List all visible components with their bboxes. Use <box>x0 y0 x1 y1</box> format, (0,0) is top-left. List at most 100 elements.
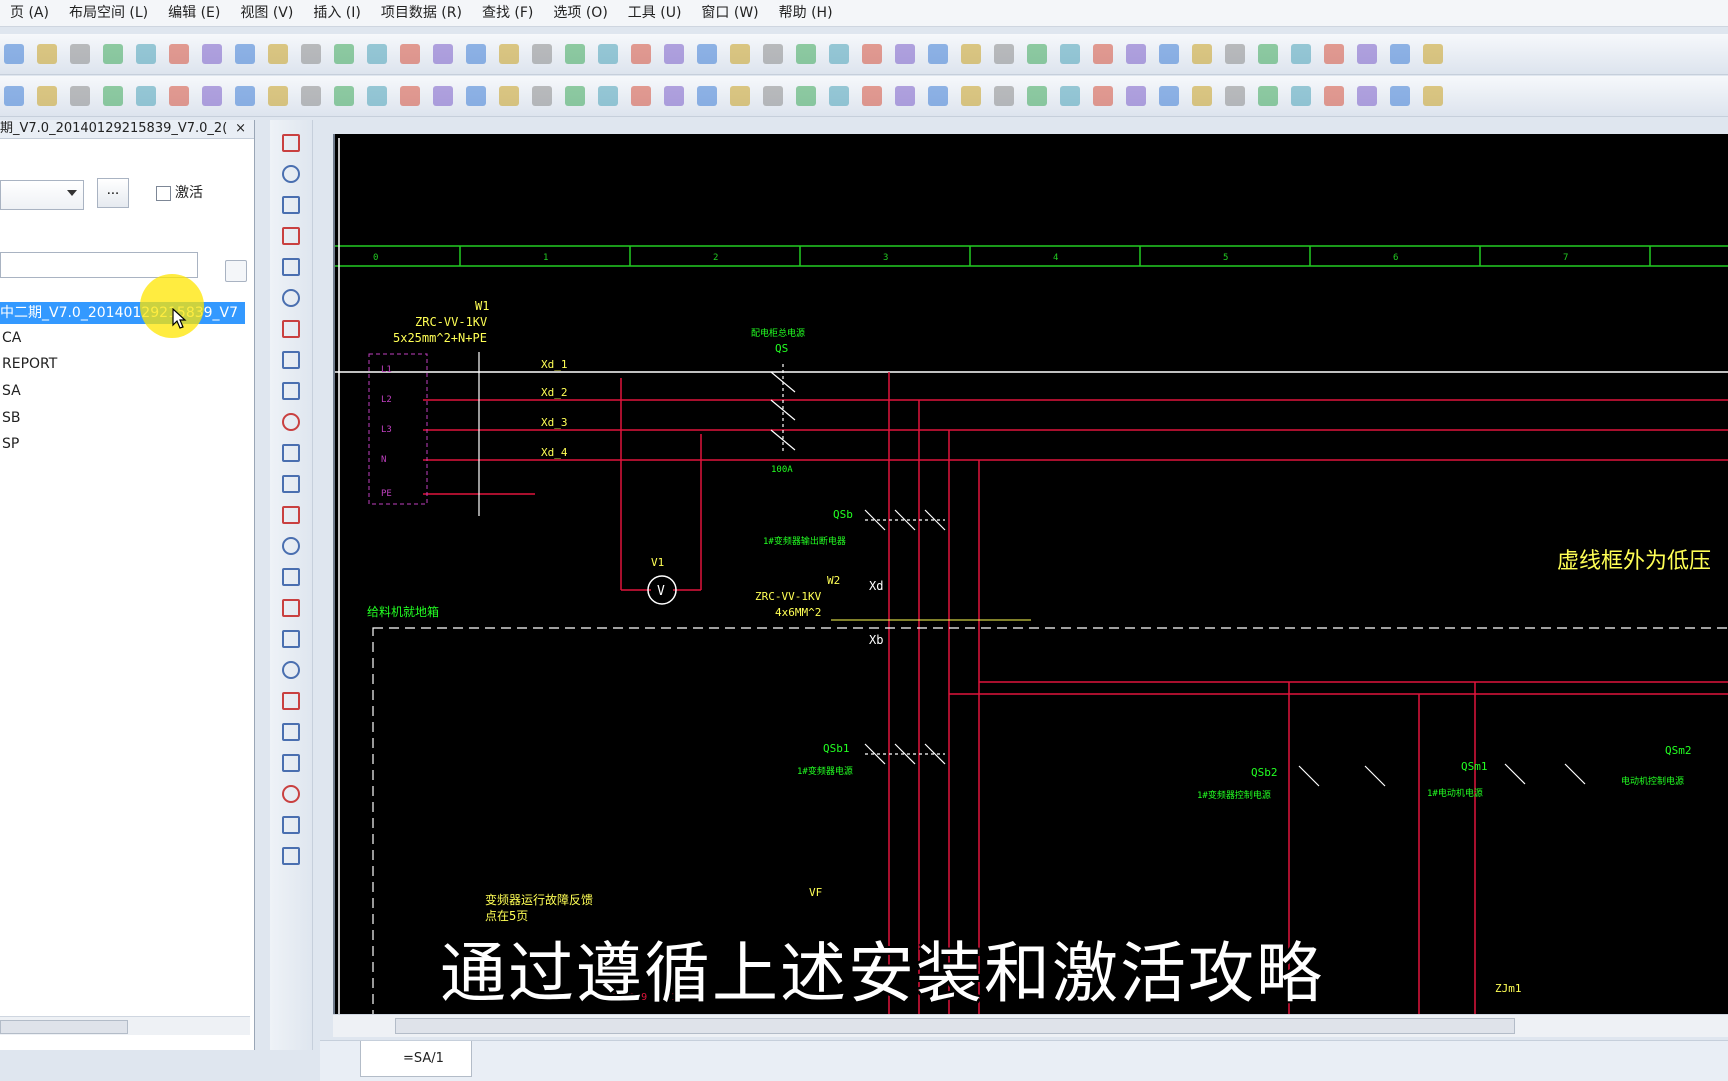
toolbar-standard-tool-icon[interactable] <box>1192 44 1212 64</box>
canvas-scroll-thumb[interactable] <box>395 1018 1515 1034</box>
tree-item-ca[interactable]: CA <box>2 330 21 346</box>
toolbar-standard-tool-icon[interactable] <box>598 44 618 64</box>
toolbar-edit-tool-icon[interactable] <box>862 86 882 106</box>
toolbar-standard-tool-icon[interactable] <box>961 44 981 64</box>
toolbar-edit-tool-icon[interactable] <box>763 86 783 106</box>
toolbar-edit-tool-icon[interactable] <box>169 86 189 106</box>
toolbar-standard-tool-icon[interactable] <box>1390 44 1410 64</box>
toolbar-standard-tool-icon[interactable] <box>1258 44 1278 64</box>
menu-find[interactable]: 查找 (F) <box>472 0 543 26</box>
toolbar-edit-tool-icon[interactable] <box>697 86 717 106</box>
toolbar-standard-tool-icon[interactable] <box>1126 44 1146 64</box>
toolbar-edit-tool-icon[interactable] <box>103 86 123 106</box>
toolbar-edit-tool-icon[interactable] <box>136 86 156 106</box>
menu-insert[interactable]: 插入 (I) <box>303 0 371 26</box>
toolbar-standard-tool-icon[interactable] <box>928 44 948 64</box>
tree-item-report[interactable]: REPORT <box>2 356 57 372</box>
menu-view[interactable]: 视图 (V) <box>230 0 303 26</box>
toolbar-standard-tool-icon[interactable] <box>466 44 486 64</box>
toolbar-standard-tool-icon[interactable] <box>730 44 750 64</box>
menu-tools[interactable]: 工具 (U) <box>618 0 692 26</box>
drawing-tool-icon[interactable] <box>282 165 300 183</box>
toolbar-edit-tool-icon[interactable] <box>268 86 288 106</box>
toolbar-edit-tool-icon[interactable] <box>499 86 519 106</box>
toolbar-standard-tool-icon[interactable] <box>1159 44 1179 64</box>
drawing-tool-icon[interactable] <box>282 227 300 245</box>
toolbar-edit-tool-icon[interactable] <box>235 86 255 106</box>
toolbar-edit-tool-icon[interactable] <box>1093 86 1113 106</box>
drawing-tool-icon[interactable] <box>282 537 300 555</box>
toolbar-standard-tool-icon[interactable] <box>1357 44 1377 64</box>
toolbar-edit-tool-icon[interactable] <box>1027 86 1047 106</box>
toolbar-standard-tool-icon[interactable] <box>697 44 717 64</box>
toolbar-standard-tool-icon[interactable] <box>103 44 123 64</box>
drawing-tool-icon[interactable] <box>282 661 300 679</box>
toolbar-standard-tool-icon[interactable] <box>862 44 882 64</box>
tree-item-sb[interactable]: SB <box>2 410 21 426</box>
drawing-tool-icon[interactable] <box>282 320 300 338</box>
toolbar-standard-tool-icon[interactable] <box>763 44 783 64</box>
toolbar-standard-tool-icon[interactable] <box>235 44 255 64</box>
toolbar-edit-tool-icon[interactable] <box>1390 86 1410 106</box>
toolbar-edit-tool-icon[interactable] <box>37 86 57 106</box>
toolbar-standard-tool-icon[interactable] <box>136 44 156 64</box>
close-icon[interactable]: × <box>235 120 246 138</box>
toolbar-edit-tool-icon[interactable] <box>796 86 816 106</box>
drawing-tool-icon[interactable] <box>282 506 300 524</box>
toolbar-edit-tool-icon[interactable] <box>1225 86 1245 106</box>
toolbar-edit-tool-icon[interactable] <box>532 86 552 106</box>
drawing-tool-icon[interactable] <box>282 258 300 276</box>
toolbar-edit-tool-icon[interactable] <box>1192 86 1212 106</box>
toolbar-standard-tool-icon[interactable] <box>1324 44 1344 64</box>
toolbar-edit-tool-icon[interactable] <box>598 86 618 106</box>
toolbar-edit-tool-icon[interactable] <box>1324 86 1344 106</box>
browse-button[interactable]: ... <box>97 178 129 208</box>
toolbar-edit-tool-icon[interactable] <box>565 86 585 106</box>
toolbar-edit-tool-icon[interactable] <box>730 86 750 106</box>
drawing-tool-icon[interactable] <box>282 196 300 214</box>
drawing-tool-icon[interactable] <box>282 599 300 617</box>
toolbar-standard-tool-icon[interactable] <box>829 44 849 64</box>
drawing-tool-icon[interactable] <box>282 692 300 710</box>
drawing-tool-icon[interactable] <box>282 413 300 431</box>
toolbar-edit-tool-icon[interactable] <box>1258 86 1278 106</box>
toolbar-standard-tool-icon[interactable] <box>202 44 222 64</box>
toolbar-edit-tool-icon[interactable] <box>1291 86 1311 106</box>
panel-scroll-thumb[interactable] <box>0 1020 128 1034</box>
menu-edit[interactable]: 编辑 (E) <box>158 0 230 26</box>
toolbar-standard-tool-icon[interactable] <box>1291 44 1311 64</box>
toolbar-edit-tool-icon[interactable] <box>961 86 981 106</box>
drawing-tool-icon[interactable] <box>282 134 300 152</box>
toolbar-edit-tool-icon[interactable] <box>301 86 321 106</box>
schematic-canvas[interactable]: 0 1 2 3 4 5 6 7 W1 ZRC-VV-1KV 5x25mm^2+N… <box>333 134 1728 1014</box>
toolbar-edit-tool-icon[interactable] <box>202 86 222 106</box>
toolbar-standard-tool-icon[interactable] <box>334 44 354 64</box>
panel-horizontal-scrollbar[interactable] <box>0 1016 250 1035</box>
drawing-tool-icon[interactable] <box>282 847 300 865</box>
drawing-tool-icon[interactable] <box>282 351 300 369</box>
toolbar-edit-tool-icon[interactable] <box>400 86 420 106</box>
toolbar-edit-tool-icon[interactable] <box>466 86 486 106</box>
toolbar-standard-tool-icon[interactable] <box>70 44 90 64</box>
toolbar-standard-tool-icon[interactable] <box>796 44 816 64</box>
toolbar-standard-tool-icon[interactable] <box>4 44 24 64</box>
menu-layout-space[interactable]: 布局空间 (L) <box>59 0 158 26</box>
tree-root-project[interactable]: 中二期_V7.0_20140129215839_V7 <box>0 302 245 324</box>
toolbar-edit-tool-icon[interactable] <box>631 86 651 106</box>
toolbar-standard-tool-icon[interactable] <box>1060 44 1080 64</box>
drawing-tool-icon[interactable] <box>282 382 300 400</box>
drawing-tool-icon[interactable] <box>282 630 300 648</box>
toolbar-edit-tool-icon[interactable] <box>367 86 387 106</box>
toolbar-standard-tool-icon[interactable] <box>664 44 684 64</box>
tree-item-sp[interactable]: SP <box>2 436 19 452</box>
toolbar-edit-tool-icon[interactable] <box>1060 86 1080 106</box>
toolbar-edit-tool-icon[interactable] <box>433 86 453 106</box>
tree-item-sa[interactable]: SA <box>2 383 21 399</box>
drawing-tool-icon[interactable] <box>282 785 300 803</box>
filter-button[interactable] <box>225 260 247 282</box>
toolbar-standard-tool-icon[interactable] <box>631 44 651 64</box>
toolbar-standard-tool-icon[interactable] <box>169 44 189 64</box>
toolbar-standard-tool-icon[interactable] <box>994 44 1014 64</box>
toolbar-standard-tool-icon[interactable] <box>1225 44 1245 64</box>
menu-project-data[interactable]: 项目数据 (R) <box>371 0 472 26</box>
